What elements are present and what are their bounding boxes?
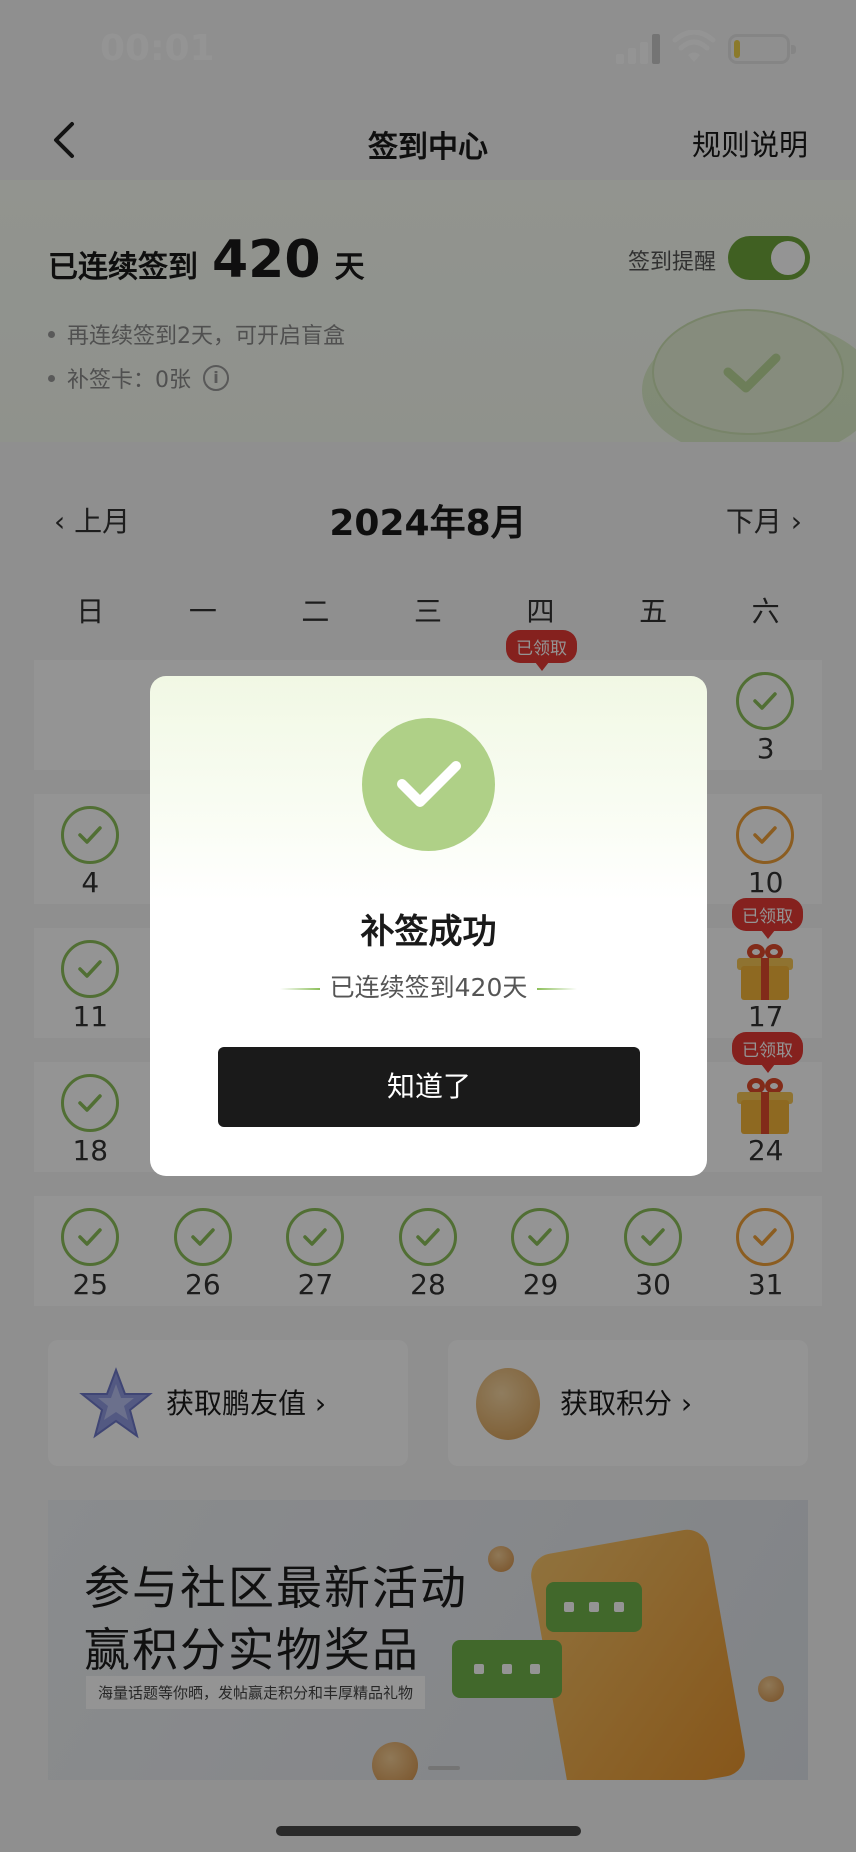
success-check-icon	[362, 718, 495, 851]
divider	[537, 988, 578, 990]
dialog-subtitle-row: 已连续签到420天	[150, 968, 707, 1004]
makeup-success-dialog: 补签成功 已连续签到420天 知道了	[150, 676, 707, 1176]
dialog-title: 补签成功	[360, 912, 497, 952]
home-indicator[interactable]	[276, 1826, 581, 1836]
dialog-subtitle: 已连续签到420天	[329, 973, 528, 1002]
divider	[279, 988, 320, 990]
got-it-button[interactable]: 知道了	[218, 1047, 640, 1127]
